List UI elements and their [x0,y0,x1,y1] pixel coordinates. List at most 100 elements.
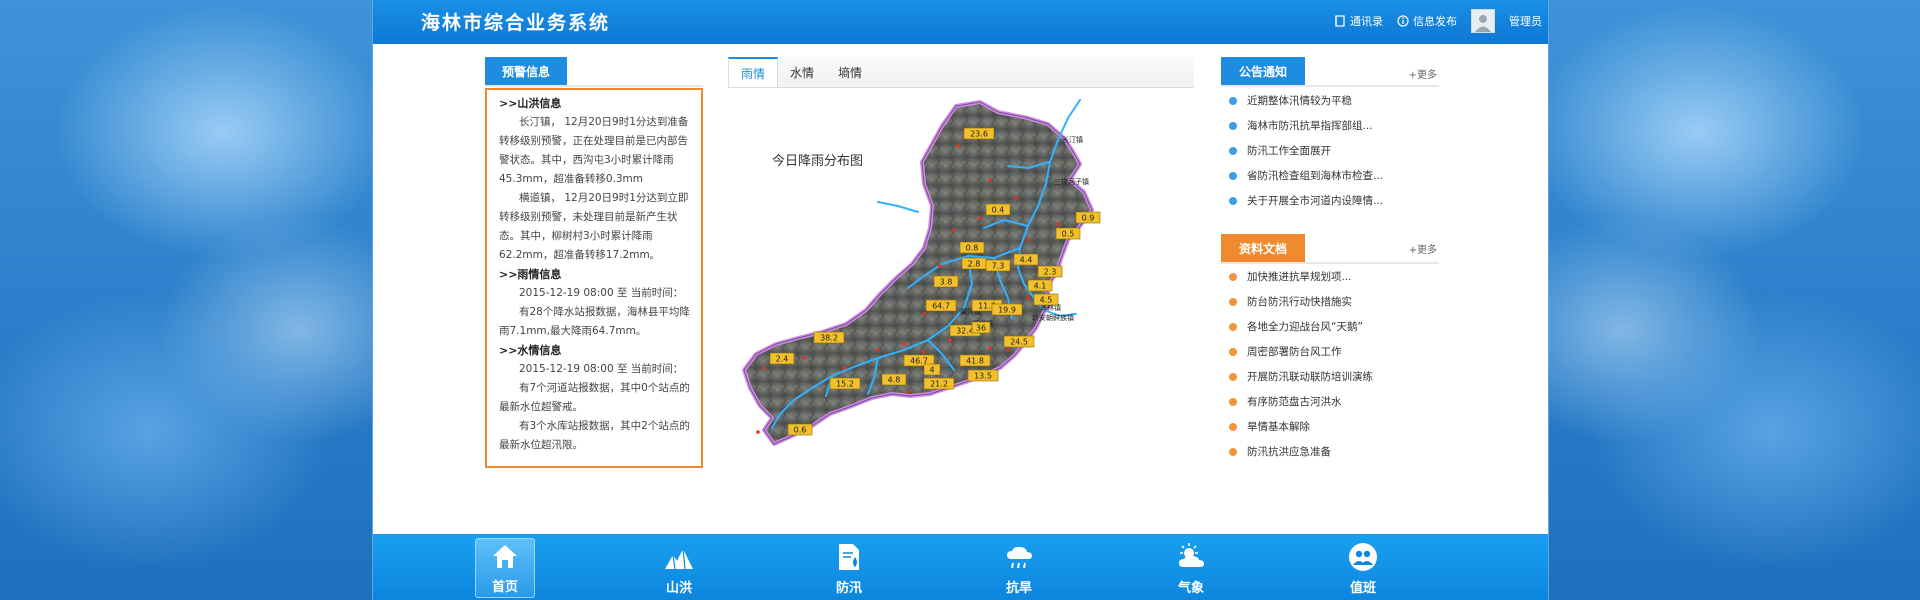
rain-value-label[interactable]: 38.2 [813,331,845,344]
station-dot[interactable] [762,366,766,370]
warning-panel: >>山洪信息 长汀镇， 12月20日9时1分达到准备转移级别预警，正在处理目前是… [485,88,703,468]
rain-value-text: 4 [929,366,934,375]
docs-more-link[interactable]: +更多 [1409,241,1437,256]
nav-home[interactable]: 首页 [475,538,535,598]
nav-drought[interactable]: 抗旱 [989,538,1049,598]
avatar[interactable] [1471,9,1495,33]
rain-value-text: 4.4 [1020,256,1033,265]
contacts-link[interactable]: 通讯录 [1334,13,1383,29]
station-dot[interactable] [956,144,960,148]
doc-item[interactable]: 防汛抗洪应急准备 [1229,439,1439,464]
rain-value-text: 4.8 [888,376,901,385]
notice-tab[interactable]: 公告通知 [1221,57,1305,85]
rain-map[interactable]: 长汀镇三道河子镇柴河镇海林镇横道镇新安朝鲜族镇 23.60.40.90.50.8… [728,88,1194,468]
rain-value-label[interactable]: 4.8 [881,373,907,386]
station-dot[interactable] [906,390,910,394]
mountain-icon [665,548,693,570]
rain-value-text: 23.6 [970,130,988,139]
station-dot[interactable] [1006,348,1010,352]
station-dot[interactable] [988,178,992,182]
tab-water[interactable]: 水情 [778,57,826,87]
station-dot[interactable] [802,356,806,360]
doc-item[interactable]: 防台防汛行动快措施实 [1229,289,1439,314]
station-dot[interactable] [948,338,952,342]
notice-item[interactable]: 防汛工作全面展开 [1229,138,1439,163]
rain-value-label[interactable]: 7.3 [985,259,1011,272]
notice-item-label: 海林市防汛抗旱指挥部组... [1247,120,1373,132]
rain-value-label[interactable]: 4.4 [1013,253,1039,266]
doc-item[interactable]: 开展防汛联动联防培训演练 [1229,364,1439,389]
notice-item[interactable]: 近期整体汛情较为平稳 [1229,88,1439,113]
tab-soil[interactable]: 墒情 [826,57,874,87]
rain-value-label[interactable]: 15.2 [829,377,861,390]
water-item: 有7个河道站报数据，其中0个站点的最新水位超警戒。 [499,382,690,413]
bullet-dot [1229,372,1237,381]
publish-link[interactable]: 信息发布 [1397,13,1457,29]
flood-item: 横道镇， 12月20日9时1分达到立即转移级别预警，未处理目前是新产生状态。其中… [499,192,689,261]
station-dot[interactable] [1056,222,1060,226]
station-dot[interactable] [1026,296,1030,300]
station-dot[interactable] [1014,196,1018,200]
station-dot[interactable] [952,228,956,232]
rain-value-label[interactable]: 0.8 [959,241,985,254]
station-dot[interactable] [1026,238,1030,242]
header-bar: 海林市综合业务系统 通讯录 信息发布 管理员 [373,0,1548,44]
rain-value-label[interactable]: 0.9 [1075,211,1101,224]
station-dot[interactable] [756,430,760,434]
nav-flood-control[interactable]: 防汛 [819,538,879,598]
station-dot[interactable] [922,312,926,316]
rain-value-label[interactable]: 4.1 [1027,279,1053,292]
rain-value-label[interactable]: 2.8 [961,257,987,270]
notice-item-label: 省防汛检查组到海林市检查... [1247,170,1384,182]
notice-more-link[interactable]: +更多 [1409,66,1437,81]
tab-rain[interactable]: 雨情 [728,57,779,87]
doc-item[interactable]: 各地全力迎战台风“天鹅” [1229,314,1439,339]
rain-value-label[interactable]: 23.6 [963,127,995,140]
nav-weather[interactable]: 气象 [1161,538,1221,598]
station-dot[interactable] [988,346,992,350]
rain-value-text: 2.8 [968,260,981,269]
doc-item[interactable]: 周密部署防台风工作 [1229,339,1439,364]
rain-value-text: 19.9 [998,306,1016,315]
rain-value-label[interactable]: 0.6 [787,423,813,436]
rain-value-label[interactable]: 64.7 [925,299,957,312]
rain-value-label[interactable]: 0.5 [1055,227,1081,240]
station-dot[interactable] [902,342,906,346]
rain-value-label[interactable]: 41.8 [959,354,991,367]
station-dot[interactable] [842,366,846,370]
doc-item[interactable]: 旱情基本解除 [1229,414,1439,439]
station-dot[interactable] [978,216,982,220]
station-dot[interactable] [938,264,942,268]
rain-value-label[interactable]: 19.9 [991,303,1023,316]
notice-item[interactable]: 关于开展全市河道内设障情... [1229,188,1439,213]
notice-item[interactable]: 海林市防汛抗旱指挥部组... [1229,113,1439,138]
station-dot[interactable] [876,348,880,352]
nav-duty[interactable]: 值班 [1333,538,1393,598]
rain-value-label[interactable]: 4.5 [1033,293,1059,306]
bullet-dot [1229,397,1237,406]
warning-tab[interactable]: 预警信息 [485,57,567,85]
rain-value-text: 32.4 [956,327,974,336]
rain-value-label[interactable]: 13.5 [967,369,999,382]
rain-value-label[interactable]: 21.2 [923,377,955,390]
station-dot[interactable] [922,350,926,354]
rain-value-label[interactable]: 2.3 [1037,265,1063,278]
info-circle-icon [1397,15,1409,27]
document-drop-icon [839,544,859,570]
doc-item[interactable]: 有序防范盘古河洪水 [1229,389,1439,414]
doc-item-label: 加快推进抗旱规划项... [1247,271,1352,283]
rain-value-label[interactable]: 0.4 [985,203,1011,216]
rain-value-label[interactable]: 24.5 [1003,335,1035,348]
notice-item[interactable]: 省防汛检查组到海林市检查... [1229,163,1439,188]
rain-value-label[interactable]: 36 [971,321,991,334]
users-icon [1349,543,1377,571]
doc-item[interactable]: 加快推进抗旱规划项... [1229,264,1439,289]
docs-tab[interactable]: 资料文档 [1221,234,1305,262]
doc-item-label: 周密部署防台风工作 [1247,346,1342,358]
nav-mountain-flood[interactable]: 山洪 [649,538,709,598]
rain-value-text: 36 [976,324,986,333]
rain-value-label[interactable]: 2.4 [769,352,795,365]
user-label[interactable]: 管理员 [1509,13,1542,29]
rain-value-label[interactable]: 4 [923,363,941,376]
rain-value-label[interactable]: 3.8 [933,275,959,288]
